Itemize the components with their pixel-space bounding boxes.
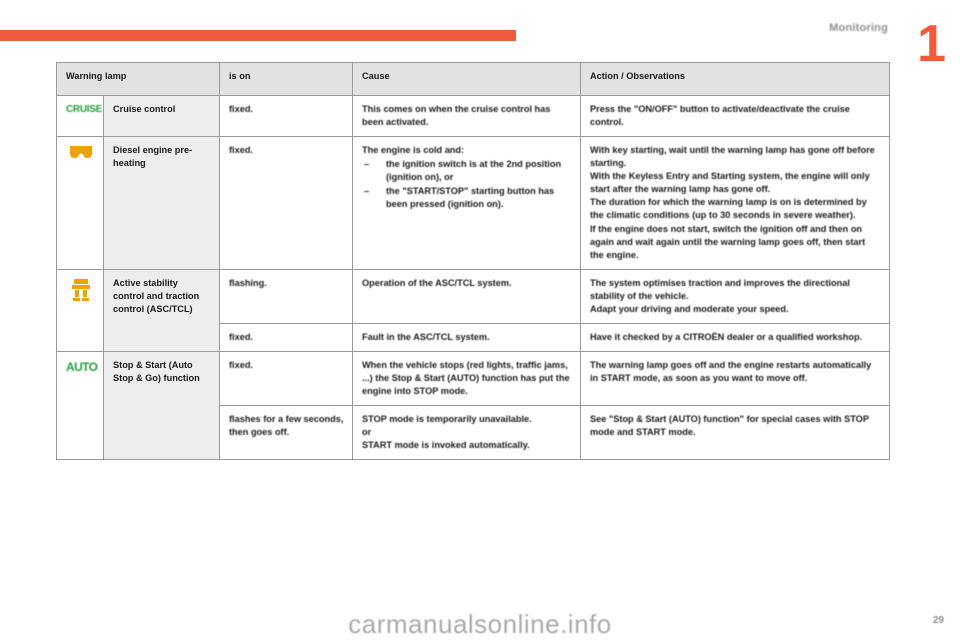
cause-cell: Fault in the ASC/TCL system. [352, 322, 581, 352]
warning-lamp-name: Cruise control [103, 94, 220, 138]
action-cell: The system optimises traction and improv… [580, 268, 890, 324]
is-on-cell: fixed. [219, 350, 353, 407]
cause-bullet-list: the ignition switch is at the 2nd positi… [362, 158, 572, 211]
cause-cell: Operation of the ASC/TCL system. [352, 268, 581, 324]
column-header-warning-lamp: Warning lamp [56, 62, 220, 96]
list-item: the ignition switch is at the 2nd positi… [362, 158, 572, 184]
warning-lamp-name: Diesel engine pre-heating [103, 136, 220, 270]
table-row: Active stability control and traction co… [56, 268, 890, 352]
list-item: the "START/STOP" starting button has bee… [362, 185, 572, 211]
cause-cell: When the vehicle stops (red lights, traf… [352, 350, 581, 407]
warning-lamp-name: Active stability control and traction co… [103, 268, 220, 352]
warning-lamp-icon-cruise: CRUISE [56, 94, 104, 138]
warning-lamp-icon-stopstart: AUTO [56, 350, 104, 461]
auto-text-icon: AUTO [66, 359, 98, 374]
action-cell: See "Stop & Start (AUTO) function" for s… [580, 405, 890, 461]
is-on-cell: fixed. [219, 136, 353, 270]
section-title: Monitoring [829, 22, 888, 34]
is-on-cell: flashing. [219, 268, 353, 324]
is-on-cell: fixed. [219, 322, 353, 352]
warning-lamp-table-wrapper: Warning lamp is on Cause Action / Observ… [56, 62, 890, 461]
column-header-is-on: is on [219, 62, 353, 96]
column-header-action: Action / Observations [580, 62, 890, 96]
column-header-cause: Cause [352, 62, 581, 96]
table-row: AUTO Stop & Start (Auto Stop & Go) funct… [56, 350, 890, 461]
table-row: Diesel engine pre-heating fixed. The eng… [56, 136, 890, 270]
table-row: CRUISE Cruise control fixed. This comes … [56, 94, 890, 138]
skidding-car-icon [71, 278, 90, 301]
watermark: carmanualsonline.info [348, 609, 612, 639]
warning-lamp-name: Stop & Start (Auto Stop & Go) function [103, 350, 220, 461]
action-cell: With key starting, wait until the warnin… [580, 136, 890, 270]
action-cell: The warning lamp goes off and the engine… [580, 350, 890, 407]
is-on-cell: fixed. [219, 94, 353, 138]
preheat-coil-icon [69, 146, 92, 159]
warning-lamp-icon-asc [56, 268, 104, 352]
chapter-number: 1 [917, 15, 946, 73]
action-cell: Press the "ON/OFF" button to activate/de… [580, 94, 890, 138]
action-cell: Have it checked by a CITROËN dealer or a… [580, 322, 890, 352]
warning-lamp-icon-preheat [56, 136, 104, 270]
top-accent-rule [0, 30, 516, 41]
cause-cell: The engine is cold and: the ignition swi… [352, 136, 581, 270]
warning-lamp-table: Warning lamp is on Cause Action / Observ… [56, 62, 890, 461]
cruise-text-icon: CRUISE [66, 104, 102, 115]
cause-intro: The engine is cold and: [362, 145, 465, 156]
is-on-cell: flashes for a few seconds, then goes off… [219, 405, 353, 461]
cause-cell: This comes on when the cruise control ha… [352, 94, 581, 138]
cause-cell: STOP mode is temporarily unavailable. or… [352, 405, 581, 461]
manual-page: Monitoring 1 Warning lamp is on Cause Ac… [0, 0, 960, 640]
table-header-row: Warning lamp is on Cause Action / Observ… [56, 62, 890, 96]
